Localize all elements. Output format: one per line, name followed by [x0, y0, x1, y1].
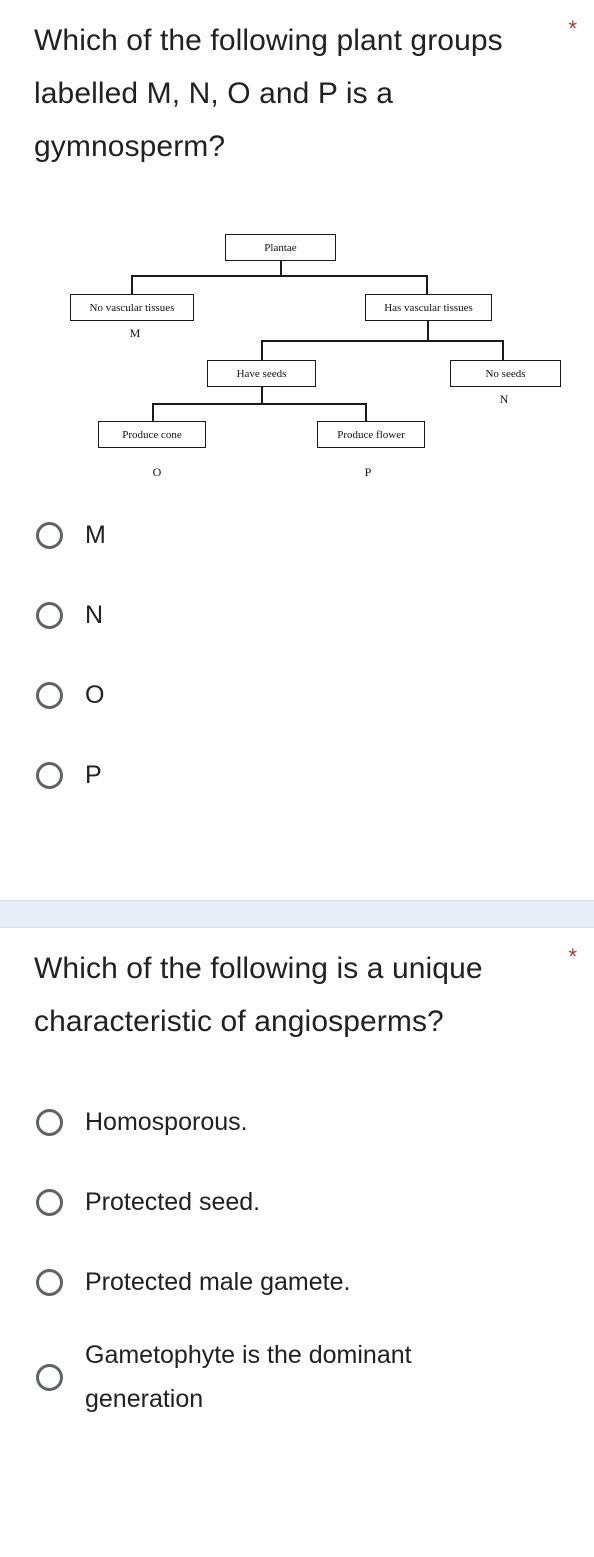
diagram-tag-n: N	[499, 392, 509, 406]
question-1-header: Which of the following plant groups labe…	[0, 0, 594, 173]
diagram-edge-to-no-vascular	[131, 275, 133, 294]
radio-button-icon-n[interactable]	[36, 601, 63, 629]
question-2-header: Which of the following is a unique chara…	[0, 928, 594, 1048]
diagram-node-produce-flower: Produce flower	[317, 421, 425, 448]
option-row-m[interactable]: M	[0, 495, 594, 575]
diagram-edge-root-stem	[280, 261, 282, 276]
option-label-gametophyte-dominant: Gametophyte is the dominant generation	[85, 1341, 412, 1413]
option-label-o: O	[85, 681, 105, 709]
diagram-tag-m: M	[129, 326, 141, 340]
diagram-node-have-seeds: Have seeds	[207, 360, 316, 387]
diagram-edge-to-have-seeds	[261, 340, 263, 360]
radio-button-icon-protected-seed[interactable]	[36, 1188, 63, 1216]
option-label-protected-male-gamete: Protected male gamete.	[85, 1268, 351, 1296]
radio-button-icon-gametophyte-dominant[interactable]	[36, 1363, 63, 1391]
option-row-protected-male-gamete[interactable]: Protected male gamete.	[0, 1242, 594, 1322]
diagram-node-produce-cone: Produce cone	[98, 421, 206, 448]
diagram-edge-has-vascular-stem	[427, 321, 429, 341]
radio-button-icon-p[interactable]	[36, 761, 63, 789]
diagram-node-plantae: Plantae	[225, 234, 336, 261]
diagram-edge-to-produce-cone	[152, 403, 154, 421]
question-1-options: M N O P	[0, 495, 594, 815]
question-block-2: Which of the following is a unique chara…	[0, 928, 594, 1432]
diagram-edge-to-produce-flower	[365, 403, 367, 421]
option-row-p[interactable]: P	[0, 735, 594, 815]
diagram-edge-have-seeds-stem	[261, 387, 263, 403]
option-label-homosporous: Homosporous.	[85, 1108, 248, 1136]
diagram-edge-level1-bus	[131, 275, 427, 277]
radio-button-icon-m[interactable]	[36, 521, 63, 549]
radio-button-icon-o[interactable]	[36, 681, 63, 709]
diagram-edge-to-no-seeds	[502, 340, 504, 360]
option-row-n[interactable]: N	[0, 575, 594, 655]
plant-classification-diagram: Plantae No vascular tissues M Has vascul…	[0, 225, 594, 495]
option-label-m: M	[85, 521, 106, 549]
diagram-tag-p: P	[364, 465, 372, 479]
option-label-n: N	[85, 601, 104, 629]
section-divider	[0, 900, 594, 928]
option-row-o[interactable]: O	[0, 655, 594, 735]
option-row-protected-seed[interactable]: Protected seed.	[0, 1162, 594, 1242]
diagram-edge-to-has-vascular	[426, 275, 428, 294]
question-2-options: Homosporous. Protected seed. Protected m…	[0, 1082, 594, 1432]
option-row-homosporous[interactable]: Homosporous.	[0, 1082, 594, 1162]
diagram-node-no-seeds: No seeds	[450, 360, 561, 387]
diagram-tag-o: O	[152, 465, 162, 479]
diagram-node-no-vascular-tissues: No vascular tissues	[70, 294, 194, 321]
option-label-protected-seed: Protected seed.	[85, 1188, 261, 1216]
radio-button-icon-protected-male-gamete[interactable]	[36, 1268, 63, 1296]
radio-button-icon-homosporous[interactable]	[36, 1108, 63, 1136]
required-asterisk-icon-2: *	[568, 944, 577, 969]
question-1-title: Which of the following plant groups labe…	[34, 24, 503, 163]
option-row-gametophyte-dominant[interactable]: Gametophyte is the dominant generation	[0, 1322, 594, 1432]
required-asterisk-icon: *	[568, 16, 577, 41]
diagram-node-has-vascular-tissues: Has vascular tissues	[365, 294, 492, 321]
question-2-title: Which of the following is a unique chara…	[34, 952, 483, 1038]
diagram-edge-level3-bus	[152, 403, 367, 405]
diagram-edge-level2-bus	[261, 340, 503, 342]
option-label-p: P	[85, 761, 102, 789]
question-block-1: Which of the following plant groups labe…	[0, 0, 594, 815]
